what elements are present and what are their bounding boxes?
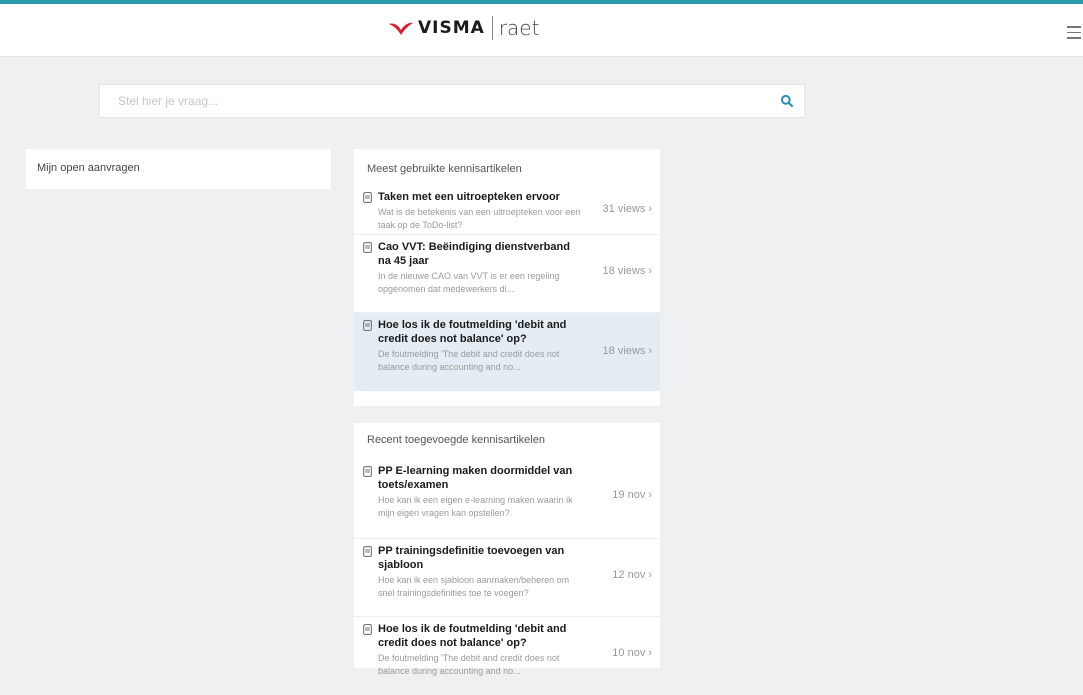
article-views: 18 views › — [602, 265, 652, 277]
sub-brand-name: raet — [498, 16, 540, 40]
article-description: In de nieuwe CAO van VVT is er een regel… — [378, 271, 560, 294]
top-bar: VISMA raet — [0, 0, 1083, 57]
list-item[interactable]: PP E-learning maken doormiddel van toets… — [354, 459, 660, 539]
article-icon — [363, 466, 372, 477]
article-description: Hoe kan ik een sjabloon aanmaken/beheren… — [378, 575, 570, 598]
list-item[interactable]: PP trainingsdefinitie toevoegen van sjab… — [354, 539, 660, 617]
article-description: Hoe kan ik een eigen e-learning maken wa… — [378, 495, 573, 518]
article-icon — [363, 546, 372, 557]
most-used-articles-card: Meest gebruikte kennisartikelen Taken me… — [354, 149, 660, 406]
article-description: Wat is de betekenis van een uitroepteken… — [378, 207, 581, 230]
article-icon — [363, 624, 372, 635]
article-views: 31 views › — [602, 203, 652, 215]
search-bar — [99, 84, 805, 118]
chevron-right-icon: › — [648, 647, 652, 659]
article-title: PP trainingsdefinitie toevoegen van sjab… — [378, 545, 565, 571]
open-requests-card[interactable]: Mijn open aanvragen — [26, 149, 331, 189]
article-date: 12 nov › — [612, 569, 652, 581]
visma-swoosh-icon — [389, 22, 413, 35]
logo-divider — [491, 16, 493, 40]
article-title: Hoe los ik de foutmelding 'debit and cre… — [378, 623, 567, 649]
article-title: PP E-learning maken doormiddel van toets… — [378, 465, 573, 491]
list-item[interactable]: Hoe los ik de foutmelding 'debit and cre… — [354, 617, 660, 695]
article-title: Hoe los ik de foutmelding 'debit and cre… — [378, 319, 567, 345]
chevron-right-icon: › — [648, 265, 652, 277]
recent-title: Recent toegevoegde kennisartikelen — [367, 434, 545, 446]
search-input[interactable] — [100, 85, 758, 117]
search-icon[interactable] — [780, 94, 794, 108]
recent-articles-card: Recent toegevoegde kennisartikelen PP E-… — [354, 423, 660, 676]
article-icon — [363, 192, 372, 203]
article-description: De foutmelding 'The debit and credit doe… — [378, 653, 560, 676]
article-title: Cao VVT: Beëindiging dienstverband na 45… — [378, 241, 570, 267]
brand-name: VISMA — [418, 18, 485, 38]
article-views: 18 views › — [602, 345, 652, 357]
open-requests-label: Mijn open aanvragen — [37, 162, 140, 174]
most-used-title: Meest gebruikte kennisartikelen — [367, 163, 522, 175]
chevron-right-icon: › — [648, 489, 652, 501]
article-date: 10 nov › — [612, 647, 652, 659]
article-title: Taken met een uitroepteken ervoor — [378, 191, 560, 203]
visma-raet-logo[interactable]: VISMA raet — [388, 12, 539, 44]
list-item[interactable]: Hoe los ik de foutmelding 'debit and cre… — [354, 313, 660, 391]
chevron-right-icon: › — [648, 203, 652, 215]
article-date: 19 nov › — [612, 489, 652, 501]
list-item[interactable]: Cao VVT: Beëindiging dienstverband na 45… — [354, 235, 660, 313]
chevron-right-icon: › — [648, 569, 652, 581]
article-icon — [363, 320, 372, 331]
chevron-right-icon: › — [648, 345, 652, 357]
article-description: De foutmelding 'The debit and credit doe… — [378, 349, 560, 372]
article-icon — [363, 242, 372, 253]
hamburger-menu-icon[interactable] — [1067, 26, 1081, 39]
list-item[interactable]: Taken met een uitroepteken ervoor Wat is… — [354, 185, 660, 235]
